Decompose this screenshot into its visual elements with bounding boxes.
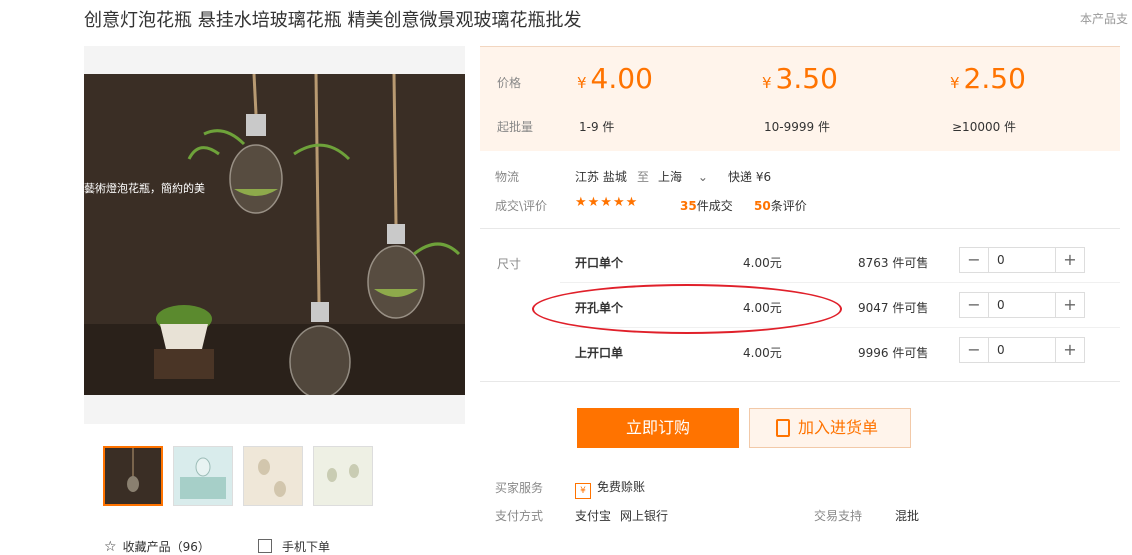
currency-symbol: ¥ bbox=[577, 74, 587, 92]
quantity-stepper[interactable]: − 0 + bbox=[959, 292, 1085, 318]
thumbnail-image bbox=[174, 447, 232, 505]
support-note: 本产品支 bbox=[1080, 12, 1129, 26]
payment-alipay: 支付宝 bbox=[575, 509, 612, 523]
credit-icon: ¥ bbox=[575, 483, 591, 499]
ship-to-select[interactable]: 上海 ⌄ bbox=[658, 168, 708, 185]
minus-button[interactable]: − bbox=[960, 293, 988, 317]
quantity-input[interactable]: 0 bbox=[988, 338, 1056, 362]
thumbnail-4[interactable] bbox=[313, 446, 373, 506]
price-tier-2: ¥3.50 bbox=[762, 62, 838, 95]
thumbnail-image bbox=[314, 447, 372, 505]
plus-button[interactable]: + bbox=[1056, 338, 1084, 362]
currency-symbol: ¥ bbox=[762, 74, 772, 92]
ship-to-word: 至 bbox=[637, 170, 650, 184]
divider bbox=[480, 228, 1120, 229]
deals-link[interactable]: 35件成交 bbox=[680, 197, 733, 214]
minus-button[interactable]: − bbox=[960, 248, 988, 272]
divider bbox=[480, 381, 1120, 382]
rating-stars: ★★★★★ bbox=[575, 195, 639, 210]
quantity-input[interactable]: 0 bbox=[988, 248, 1056, 272]
sku-name: 上开口单 bbox=[575, 346, 624, 360]
quantity-stepper[interactable]: − 0 + bbox=[959, 337, 1085, 363]
reviews-label: 成交\评价 bbox=[495, 199, 548, 213]
price-value: 4.00 bbox=[590, 62, 653, 95]
thumbnail-image bbox=[105, 448, 161, 504]
currency-symbol: ¥ bbox=[950, 74, 960, 92]
sku-price: 4.00元 bbox=[743, 256, 782, 270]
product-photo: 藝術燈泡花瓶，簡約的美 bbox=[84, 74, 465, 395]
price-tier-1: ¥4.00 bbox=[577, 62, 653, 95]
size-label: 尺寸 bbox=[497, 257, 522, 271]
minus-button[interactable]: − bbox=[960, 338, 988, 362]
add-to-cart-button[interactable]: 加入进货单 bbox=[749, 408, 911, 448]
clipboard-icon bbox=[776, 419, 790, 437]
buyer-service-label: 买家服务 bbox=[495, 481, 544, 495]
price-tier-3: ¥2.50 bbox=[950, 62, 1026, 95]
buy-now-button[interactable]: 立即订购 bbox=[577, 408, 739, 448]
main-product-image[interactable]: 藝術燈泡花瓶，簡約的美 bbox=[84, 46, 465, 424]
bulb-vase-illustration bbox=[84, 74, 465, 395]
logistics-label: 物流 bbox=[495, 170, 520, 184]
trade-support-label: 交易支持 bbox=[814, 509, 863, 523]
quantity-stepper[interactable]: − 0 + bbox=[959, 247, 1085, 273]
ship-from: 江苏 盐城 bbox=[575, 170, 627, 184]
qr-code-icon bbox=[258, 539, 272, 553]
plus-button[interactable]: + bbox=[1056, 293, 1084, 317]
sku-stock: 8763 件可售 bbox=[858, 256, 929, 270]
product-title: 创意灯泡花瓶 悬挂水培玻璃花瓶 精美创意微景观玻璃花瓶批发 bbox=[84, 10, 582, 31]
trade-support-value: 混批 bbox=[895, 509, 920, 523]
credit-service[interactable]: ¥ 免费赊账 bbox=[575, 478, 645, 499]
range-tier-1: 1-9 件 bbox=[579, 120, 615, 134]
plus-button[interactable]: + bbox=[1056, 248, 1084, 272]
quantity-input[interactable]: 0 bbox=[988, 293, 1056, 317]
thumbnail-2[interactable] bbox=[173, 446, 233, 506]
shipping-fee: 快递 ¥6 bbox=[728, 170, 772, 184]
price-value: 3.50 bbox=[775, 62, 838, 95]
price-label: 价格 bbox=[497, 76, 522, 90]
photo-caption: 藝術燈泡花瓶，簡約的美 bbox=[84, 182, 205, 195]
price-value: 2.50 bbox=[963, 62, 1026, 95]
thumbnail-3[interactable] bbox=[243, 446, 303, 506]
range-tier-3: ≥10000 件 bbox=[952, 120, 1017, 134]
reviews-link[interactable]: 50条评价 bbox=[754, 197, 807, 214]
sku-stock: 9996 件可售 bbox=[858, 346, 929, 360]
thumbnail-image bbox=[244, 447, 302, 505]
moq-label: 起批量 bbox=[497, 120, 534, 134]
sku-name: 开口单个 bbox=[575, 256, 624, 270]
chevron-down-icon: ⌄ bbox=[697, 170, 708, 184]
annotation-ellipse bbox=[532, 284, 842, 334]
payment-bank: 网上银行 bbox=[620, 509, 669, 523]
sku-price: 4.00元 bbox=[743, 346, 782, 360]
mobile-order[interactable]: 手机下单 bbox=[258, 538, 330, 555]
sku-stock: 9047 件可售 bbox=[858, 301, 929, 315]
payment-label: 支付方式 bbox=[495, 509, 544, 523]
star-outline-icon: ☆ bbox=[104, 539, 117, 555]
ship-to-value: 上海 bbox=[658, 170, 683, 184]
row-divider bbox=[560, 282, 1120, 283]
thumbnail-1[interactable] bbox=[103, 446, 163, 506]
favorite-product[interactable]: ☆ 收藏产品（96） bbox=[104, 538, 210, 555]
range-tier-2: 10-9999 件 bbox=[764, 120, 830, 134]
